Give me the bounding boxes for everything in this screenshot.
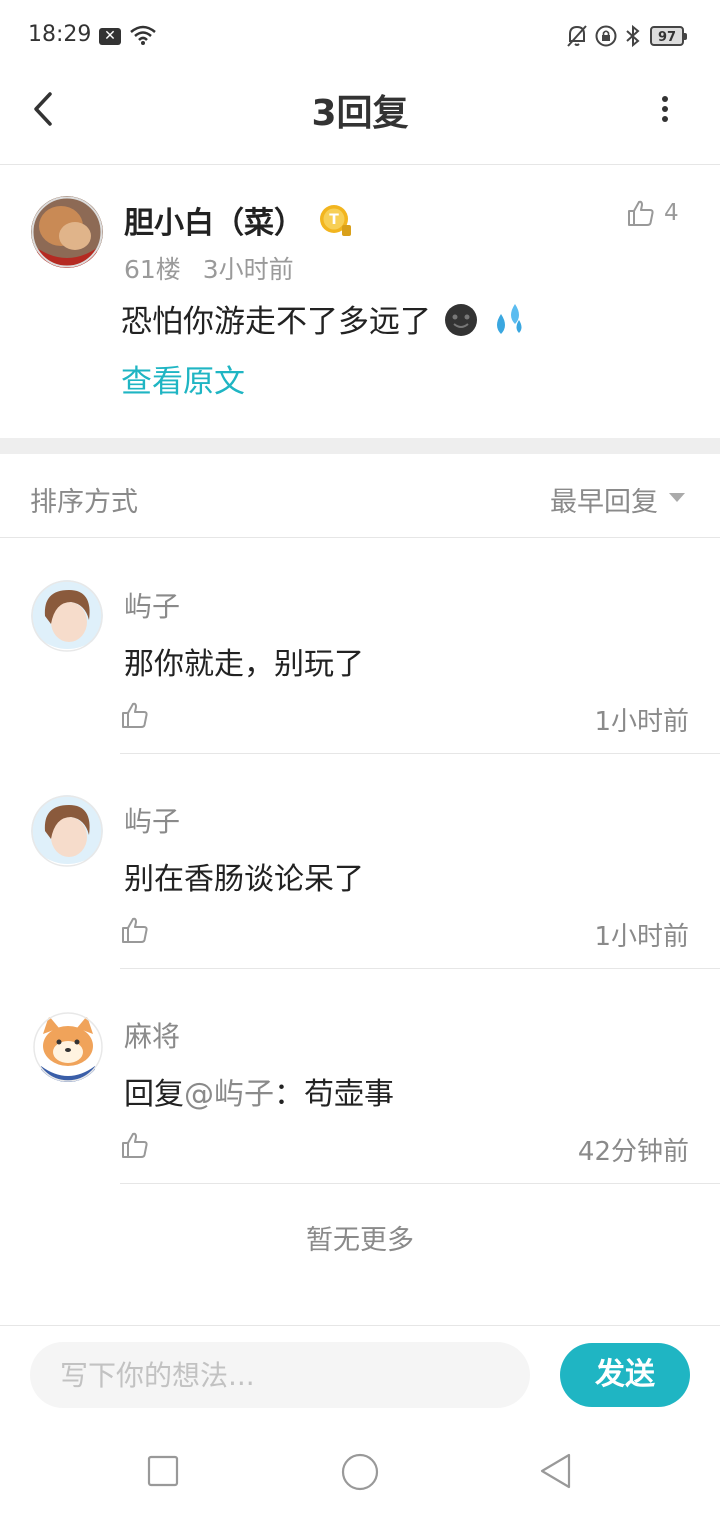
post-author-name[interactable]: 胆小白（菜） — [124, 198, 304, 242]
reply-like-icon[interactable] — [120, 1130, 150, 1160]
back-nav-icon[interactable] — [538, 1452, 574, 1490]
mute-bell-icon — [567, 25, 587, 47]
post-meta: 61楼 3小时前 — [124, 250, 294, 286]
notification-icon: ✕ — [99, 28, 121, 45]
no-more-text: 暂无更多 — [306, 1225, 414, 1256]
view-original-link[interactable]: 查看原文 — [121, 356, 245, 401]
post-like-count: 4 — [664, 200, 679, 226]
sweat-drops-emoji-icon — [496, 304, 522, 334]
composer-divider — [0, 1325, 720, 1326]
reply-divider — [120, 753, 720, 754]
reply-like-icon[interactable] — [120, 915, 150, 945]
post-content: 恐怕你游走不了多远了 — [121, 296, 527, 341]
chevron-down-icon[interactable] — [669, 493, 685, 502]
status-time: 18:29 — [28, 22, 92, 47]
mention-link[interactable]: @屿子 — [184, 1077, 274, 1112]
reply-time: 1小时前 — [594, 707, 689, 737]
reply-avatar[interactable] — [31, 580, 103, 652]
reply-avatar[interactable] — [33, 1012, 103, 1082]
reply-text: 回复@屿子：苟壶事 — [124, 1069, 394, 1113]
rotation-lock-icon — [595, 25, 617, 47]
post-like-icon[interactable] — [626, 198, 656, 228]
post-time: 3小时前 — [202, 255, 294, 284]
reply-like-icon[interactable] — [120, 700, 150, 730]
reply-body: ：苟壶事 — [274, 1077, 394, 1112]
reply-time: 42分钟前 — [577, 1137, 689, 1167]
reply-author-name[interactable]: 屿子 — [124, 800, 180, 840]
reply-author-name[interactable]: 麻将 — [124, 1015, 180, 1055]
dark-smile-emoji-icon — [444, 304, 477, 336]
reply-author-name[interactable]: 屿子 — [124, 585, 180, 625]
recent-apps-icon[interactable] — [146, 1454, 180, 1488]
sort-dropdown[interactable]: 最早回复 — [550, 480, 658, 519]
post-text: 恐怕你游走不了多远了 — [121, 304, 431, 340]
page-title: 3回复 — [311, 93, 409, 134]
sort-divider — [0, 537, 720, 538]
reply-input[interactable] — [30, 1342, 530, 1408]
bluetooth-icon — [626, 24, 640, 48]
wifi-icon — [130, 25, 156, 45]
reply-prefix: 回复 — [124, 1077, 184, 1112]
reply-text: 那你就走，别玩了 — [124, 647, 364, 682]
reply-text: 别在香肠谈论呆了 — [124, 862, 364, 897]
post-floor: 61楼 — [124, 255, 181, 284]
reply-divider — [120, 1183, 720, 1184]
battery-indicator: 97 — [650, 26, 687, 46]
header-divider — [0, 164, 720, 165]
more-options-icon[interactable] — [655, 94, 675, 126]
author-avatar[interactable] — [31, 196, 103, 268]
reply-divider — [120, 968, 720, 969]
user-level-badge-icon: T — [320, 205, 351, 236]
section-separator — [0, 438, 720, 454]
reply-avatar[interactable] — [31, 795, 103, 867]
home-icon[interactable] — [340, 1452, 380, 1492]
sort-label: 排序方式 — [30, 487, 138, 518]
svg-text:T: T — [329, 212, 339, 228]
send-button[interactable]: 发送 — [560, 1343, 690, 1407]
reply-time: 1小时前 — [594, 922, 689, 952]
